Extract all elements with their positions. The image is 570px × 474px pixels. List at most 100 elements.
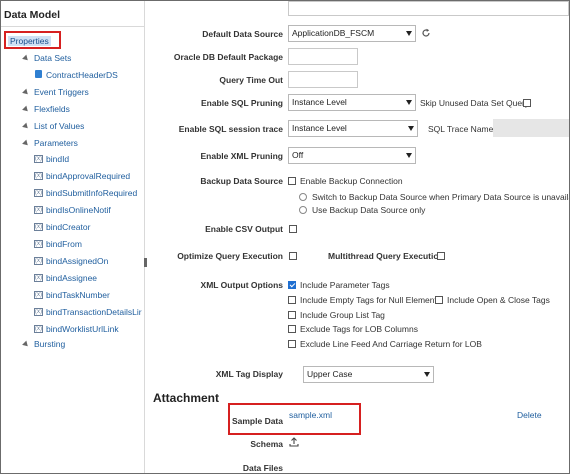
backup-data-source-label: Backup Data Source xyxy=(200,176,283,186)
use-backup-radio[interactable] xyxy=(299,206,307,214)
parameter-icon: (x) xyxy=(34,206,43,214)
switch-backup-label: Switch to Backup Data Source when Primar… xyxy=(312,192,570,202)
expand-triangle-icon[interactable] xyxy=(22,139,30,148)
parameter-icon: (x) xyxy=(34,291,43,299)
query-timeout-input[interactable] xyxy=(288,71,358,88)
oracle-pkg-label: Oracle DB Default Package xyxy=(173,52,283,62)
properties-panel: Default Data Source ApplicationDB_FSCM O… xyxy=(147,1,569,473)
multithread-label: Multithread Query Execution xyxy=(328,251,444,261)
sql-session-trace-value: Instance Level xyxy=(292,123,347,133)
delete-link[interactable]: Delete xyxy=(517,410,542,420)
xml-pruning-select[interactable]: Off xyxy=(288,147,416,164)
panel-title: Data Model xyxy=(4,9,61,21)
parameter-icon: (x) xyxy=(34,308,43,316)
query-timeout-label: Query Time Out xyxy=(219,75,283,85)
include-group-list-label: Include Group List Tag xyxy=(300,310,385,320)
parameter-icon: (x) xyxy=(34,172,43,180)
top-field[interactable] xyxy=(288,1,569,16)
data-set-icon xyxy=(35,70,42,78)
include-empty-tags-label: Include Empty Tags for Null Elements xyxy=(300,295,442,305)
skip-unused-checkbox[interactable] xyxy=(523,99,531,107)
sql-pruning-value: Instance Level xyxy=(292,97,347,107)
refresh-icon[interactable] xyxy=(421,28,431,38)
chevron-down-icon xyxy=(406,100,412,105)
parameter-icon: (x) xyxy=(34,325,43,333)
sql-pruning-select[interactable]: Instance Level xyxy=(288,94,416,111)
include-group-list-checkbox[interactable] xyxy=(288,311,296,319)
tree-item-param[interactable]: bindTaskNumber xyxy=(46,290,110,300)
exclude-linefeed-checkbox[interactable] xyxy=(288,340,296,348)
tree-item-data-sets[interactable]: Data Sets xyxy=(34,53,71,63)
tree-item-param[interactable]: bindWorklistUrlLink xyxy=(46,324,119,334)
exclude-linefeed-label: Exclude Line Feed And Carriage Return fo… xyxy=(300,339,482,349)
data-files-label: Data Files xyxy=(242,463,283,473)
optimize-query-label: Optimize Query Execution xyxy=(177,251,283,261)
include-empty-tags-checkbox[interactable] xyxy=(288,296,296,304)
xml-tag-display-value: Upper Case xyxy=(307,369,353,379)
attachment-heading: Attachment xyxy=(153,391,220,405)
switch-backup-radio[interactable] xyxy=(299,193,307,201)
sample-data-label: Sample Data xyxy=(231,416,283,426)
tree-item-param[interactable]: bindAssignee xyxy=(46,273,97,283)
tree-item-param[interactable]: bindIsOnlineNotif xyxy=(46,205,111,215)
tree-item-bursting[interactable]: Bursting xyxy=(34,339,65,349)
include-parameter-tags-checkbox[interactable] xyxy=(288,281,296,289)
tree-item-event-triggers[interactable]: Event Triggers xyxy=(34,87,89,97)
xml-tag-display-select[interactable]: Upper Case xyxy=(303,366,434,383)
upload-icon[interactable] xyxy=(289,437,299,447)
expand-triangle-icon[interactable] xyxy=(22,88,30,97)
default-data-source-value: ApplicationDB_FSCM xyxy=(292,28,375,38)
xml-pruning-value: Off xyxy=(292,150,304,160)
oracle-pkg-input[interactable] xyxy=(288,48,358,65)
tree-item-param[interactable]: bindTransactionDetailsLir xyxy=(46,307,142,317)
use-backup-label: Use Backup Data Source only xyxy=(312,205,426,215)
parameter-icon: (x) xyxy=(34,240,43,248)
sql-pruning-label: Enable SQL Pruning xyxy=(200,98,283,108)
tree-item-param[interactable]: bindId xyxy=(46,154,69,164)
parameter-icon: (x) xyxy=(34,257,43,265)
tree-item-param[interactable]: bindApprovalRequired xyxy=(46,171,130,181)
tree-item-param[interactable]: bindSubmitInfoRequired xyxy=(46,188,137,198)
tree-item-list-of-values[interactable]: List of Values xyxy=(34,121,84,131)
sql-session-trace-select[interactable]: Instance Level xyxy=(288,120,418,137)
include-open-close-label: Include Open & Close Tags xyxy=(447,295,550,305)
default-data-source-select[interactable]: ApplicationDB_FSCM xyxy=(288,25,416,42)
sql-session-trace-label: Enable SQL session trace xyxy=(178,124,283,134)
tree-item-param[interactable]: bindAssignedOn xyxy=(46,256,108,266)
parameter-icon: (x) xyxy=(34,274,43,282)
optimize-query-checkbox[interactable] xyxy=(289,252,297,260)
csv-output-checkbox[interactable] xyxy=(289,225,297,233)
tree-item-flexfields[interactable]: Flexfields xyxy=(34,104,70,114)
include-parameter-tags-label: Include Parameter Tags xyxy=(300,280,390,290)
expand-triangle-icon[interactable] xyxy=(22,105,30,114)
title-divider xyxy=(1,26,144,27)
schema-label: Schema xyxy=(250,439,283,449)
enable-backup-checkbox[interactable] xyxy=(288,177,296,185)
tree-item-param[interactable]: bindCreator xyxy=(46,222,90,232)
data-model-editor: Data Model Properties Data Sets Contract… xyxy=(0,0,570,474)
skip-unused-label: Skip Unused Data Set Query xyxy=(420,98,530,108)
tree-item-properties[interactable]: Properties xyxy=(8,36,51,46)
tree-item-contractheaderds[interactable]: ContractHeaderDS xyxy=(46,70,118,80)
exclude-lob-tags-checkbox[interactable] xyxy=(288,325,296,333)
chevron-down-icon xyxy=(406,31,412,36)
xml-output-options-label: XML Output Options xyxy=(200,280,283,290)
expand-triangle-icon[interactable] xyxy=(22,340,30,349)
include-open-close-checkbox[interactable] xyxy=(435,296,443,304)
chevron-down-icon xyxy=(424,372,430,377)
expand-triangle-icon[interactable] xyxy=(22,122,30,131)
exclude-lob-tags-label: Exclude Tags for LOB Columns xyxy=(300,324,418,334)
expand-triangle-icon[interactable] xyxy=(22,54,30,63)
enable-backup-label: Enable Backup Connection xyxy=(300,176,403,186)
xml-tag-display-label: XML Tag Display xyxy=(215,369,283,379)
xml-pruning-label: Enable XML Pruning xyxy=(200,151,284,161)
chevron-down-icon xyxy=(408,126,414,131)
sample-file-link[interactable]: sample.xml xyxy=(289,410,332,420)
chevron-down-icon xyxy=(406,153,412,158)
parameter-icon: (x) xyxy=(34,155,43,163)
multithread-checkbox[interactable] xyxy=(437,252,445,260)
tree-item-parameters[interactable]: Parameters xyxy=(34,138,78,148)
data-model-tree-panel: Data Model Properties Data Sets Contract… xyxy=(1,1,145,473)
sql-trace-name-field[interactable] xyxy=(493,119,569,137)
tree-item-param[interactable]: bindFrom xyxy=(46,239,82,249)
